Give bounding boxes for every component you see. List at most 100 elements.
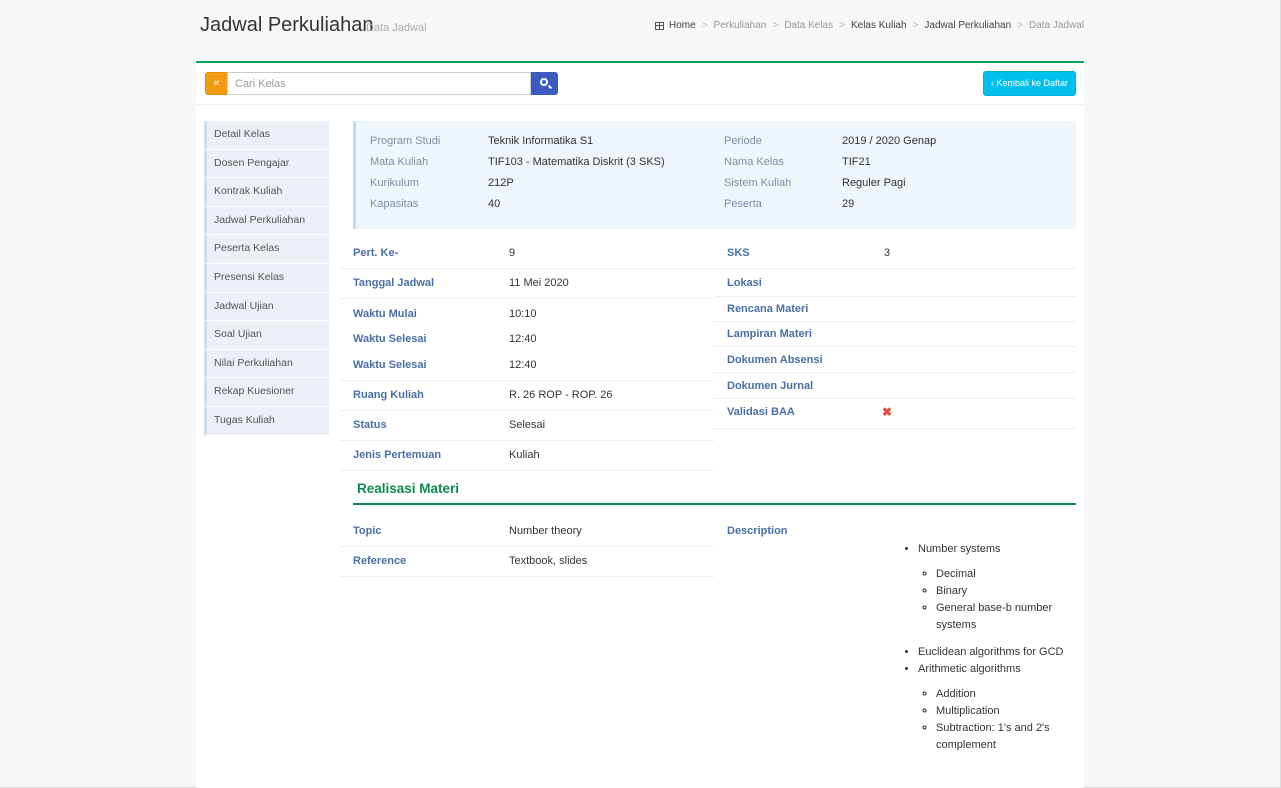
detail-row-validasi-baa: Validasi BAA ✖ (714, 399, 1076, 429)
waktu-selesai-label: Waktu Selesai (353, 359, 427, 371)
periode-label: Periode (724, 135, 762, 147)
status-label: Status (353, 419, 387, 431)
sidebar-item-tugas-kuliah[interactable]: Tugas Kuliah (204, 406, 329, 436)
list-item: Addition (936, 686, 1080, 703)
sidebar-item-dosen-pengajar[interactable]: Dosen Pengajar (204, 149, 329, 179)
sks-value: 3 (884, 247, 891, 259)
status-value: Selesai (509, 419, 546, 431)
ruang-kuliah-label: Ruang Kuliah (353, 389, 424, 401)
tanggal-jadwal-label: Tanggal Jadwal (353, 277, 435, 289)
periode-value: 2019 / 2020 Genap (842, 135, 937, 147)
kapasitas-value: 40 (488, 198, 501, 210)
description-list: Number systems Decimal Binary General ba… (900, 541, 1080, 764)
chevron-left-icon: ‹ (990, 78, 994, 88)
sidebar-item-jadwal-perkuliahan[interactable]: Jadwal Perkuliahan (204, 206, 329, 236)
topic-label: Topic (353, 525, 382, 537)
lokasi-label: Lokasi (727, 277, 762, 289)
reference-value: Textbook, slides (509, 555, 588, 567)
waktu-selesai-value: 12:40 (509, 359, 537, 371)
list-item: Subtraction: 1's and 2's complement (936, 720, 1080, 754)
table-icon (655, 21, 665, 30)
page-subtitle: Data Jadwal (366, 22, 427, 34)
search-button[interactable] (531, 72, 558, 95)
class-sidebar: Detail Kelas Dosen Pengajar Kontrak Kuli… (204, 121, 329, 436)
detail-row-rencana-materi: Rencana Materi (714, 297, 1076, 322)
detail-row-waktu-mulai: Waktu Mulai 10:10 (340, 299, 714, 325)
list-item-text: Arithmetic algorithms (918, 663, 1021, 675)
detail-row-tanggal: Tanggal Jadwal 11 Mei 2020 (340, 269, 714, 299)
breadcrumb-separator: > (1017, 20, 1023, 31)
jenis-pertemuan-label: Jenis Pertemuan (353, 449, 442, 461)
breadcrumb-separator: > (772, 20, 779, 31)
toolbar: « ‹ Kembali ke Daftar (196, 63, 1084, 105)
sks-label: SKS (727, 247, 750, 259)
search-icon (540, 78, 548, 86)
sidebar-item-nilai-perkuliahan[interactable]: Nilai Perkuliahan (204, 349, 329, 379)
lampiran-materi-label: Lampiran Materi (727, 328, 812, 340)
sidebar-item-kontrak-kuliah[interactable]: Kontrak Kuliah (204, 178, 329, 207)
page-header: Jadwal Perkuliahan Data Jadwal Home > Pe… (200, 14, 1084, 44)
breadcrumb-kelas-kuliah[interactable]: Kelas Kuliah (851, 20, 907, 31)
nama-kelas-label: Nama Kelas (724, 156, 784, 168)
mata-kuliah-value: TIF103 - Matematika Diskrit (3 SKS) (488, 156, 665, 168)
section-divider (353, 503, 1076, 505)
breadcrumb: Home > Perkuliahan > Data Kelas > Kelas … (655, 20, 1084, 31)
sidebar-item-soal-ujian[interactable]: Soal Ujian (204, 321, 329, 350)
detail-row-ruang: Ruang Kuliah R. 26 ROP - ROP. 26 (340, 381, 714, 411)
list-item-text: Number systems (918, 543, 1001, 555)
detail-row-sks: SKS 3 (714, 239, 1076, 269)
detail-row-dokumen-absensi: Dokumen Absensi (714, 347, 1076, 373)
detail-row-jenis: Jenis Pertemuan Kuliah (340, 441, 714, 471)
pert-ke-label: Pert. Ke- (353, 247, 399, 259)
detail-row-waktu-selesai: Waktu Selesai 12:40 (340, 325, 714, 351)
description-label: Description (727, 525, 788, 537)
tanggal-jadwal-value: 11 Mei 2020 (509, 277, 569, 289)
kurikulum-label: Kurikulum (370, 177, 419, 189)
cross-icon: ✖ (882, 405, 893, 419)
sidebar-item-rekap-kuesioner[interactable]: Rekap Kuesioner (204, 378, 329, 407)
validasi-baa-label: Validasi BAA (727, 406, 795, 418)
breadcrumb-jadwal-perkuliahan[interactable]: Jadwal Perkuliahan (924, 20, 1011, 31)
breadcrumb-data-kelas[interactable]: Data Kelas (784, 20, 833, 31)
rencana-materi-label: Rencana Materi (727, 303, 809, 315)
breadcrumb-separator: > (839, 20, 845, 31)
program-studi-value: Teknik Informatika S1 (488, 135, 594, 147)
detail-row-dokumen-jurnal: Dokumen Jurnal (714, 373, 1076, 399)
breadcrumb-separator: > (701, 20, 708, 31)
list-item: Arithmetic algorithms Addition Multiplic… (918, 661, 1080, 754)
peserta-value: 29 (842, 198, 855, 210)
program-studi-label: Program Studi (370, 135, 441, 147)
realisasi-row-topic: Topic Number theory (340, 517, 714, 547)
waktu-selesai-value: 12:40 (509, 333, 537, 345)
topic-value: Number theory (509, 525, 582, 537)
dokumen-absensi-label: Dokumen Absensi (727, 354, 823, 366)
waktu-mulai-value: 10:10 (509, 308, 537, 320)
back-to-list-button[interactable]: ‹ Kembali ke Daftar (982, 71, 1076, 96)
detail-row-lampiran-materi: Lampiran Materi (714, 322, 1076, 347)
dokumen-jurnal-label: Dokumen Jurnal (727, 380, 814, 392)
waktu-selesai-label: Waktu Selesai (353, 333, 427, 345)
breadcrumb-separator: > (912, 20, 919, 31)
reference-label: Reference (353, 555, 407, 567)
detail-row-waktu-selesai-2: Waktu Selesai 12:40 (340, 351, 714, 381)
realisasi-materi-title: Realisasi Materi (357, 481, 460, 496)
sidebar-item-presensi-kelas[interactable]: Presensi Kelas (204, 263, 329, 293)
list-item: Euclidean algorithms for GCD (918, 644, 1080, 661)
list-item: General base-b number systems (936, 600, 1080, 634)
list-item: Binary (936, 583, 1080, 600)
jenis-pertemuan-value: Kuliah (509, 449, 540, 461)
breadcrumb-perkuliahan[interactable]: Perkuliahan (714, 20, 767, 31)
detail-row-pert: Pert. Ke- 9 (340, 239, 714, 269)
kurikulum-value: 212P (488, 177, 514, 189)
list-item: Number systems Decimal Binary General ba… (918, 541, 1080, 634)
sidebar-item-peserta-kelas[interactable]: Peserta Kelas (204, 235, 329, 264)
sidebar-item-detail-kelas[interactable]: Detail Kelas (204, 121, 329, 150)
sidebar-item-jadwal-ujian[interactable]: Jadwal Ujian (204, 292, 329, 322)
breadcrumb-data-jadwal: Data Jadwal (1028, 20, 1084, 31)
breadcrumb-home[interactable]: Home (669, 20, 696, 31)
prev-button[interactable]: « (205, 72, 228, 95)
mata-kuliah-label: Mata Kuliah (370, 156, 429, 168)
sistem-kuliah-label: Sistem Kuliah (724, 177, 792, 189)
nama-kelas-value: TIF21 (842, 156, 871, 168)
search-class-input[interactable] (227, 72, 531, 95)
